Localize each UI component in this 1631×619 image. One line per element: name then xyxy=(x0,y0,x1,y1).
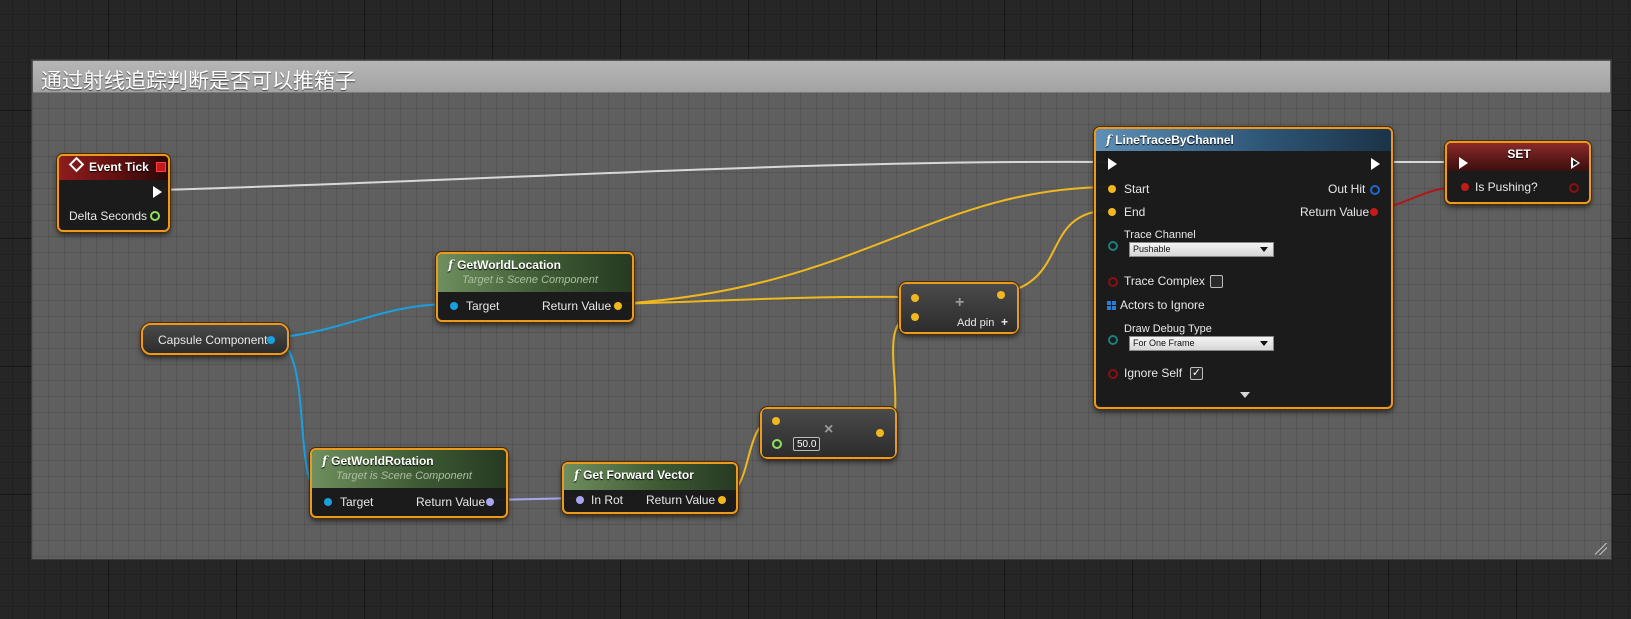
set-ispushing-in-pin[interactable] xyxy=(1461,183,1469,191)
add-node[interactable]: + Add pin + xyxy=(899,282,1019,334)
line-trace-start-label: Start xyxy=(1124,182,1150,196)
add-b-pin[interactable] xyxy=(911,313,919,321)
get-world-rotation-return-pin[interactable] xyxy=(486,498,494,506)
actors-to-ignore-label: Actors to Ignore xyxy=(1120,298,1205,312)
line-trace-node[interactable]: f LineTraceByChannel Start Out Hit End Re… xyxy=(1094,127,1393,409)
ignore-self-checkbox[interactable]: ✓ xyxy=(1190,367,1203,380)
get-world-rotation-return-label: Return Value xyxy=(416,495,486,509)
plus-icon: + xyxy=(955,294,965,311)
get-world-rotation-header: f GetWorldRotation Target is Scene Compon… xyxy=(312,450,506,488)
event-tick-node[interactable]: Event Tick Delta Seconds xyxy=(57,154,170,232)
set-title: SET xyxy=(1507,147,1531,161)
get-forward-vector-node[interactable]: f Get Forward Vector In Rot Return Value xyxy=(562,462,738,514)
set-exec-in[interactable] xyxy=(1459,157,1468,169)
add-a-pin[interactable] xyxy=(911,294,919,302)
function-icon: f xyxy=(322,454,328,468)
draw-debug-type-label: Draw Debug Type xyxy=(1124,323,1212,335)
event-tick-title: Event Tick xyxy=(89,160,149,174)
line-trace-exec-out[interactable] xyxy=(1371,158,1380,170)
multiply-node[interactable]: 50.0 × xyxy=(760,407,897,459)
line-trace-header: f LineTraceByChannel xyxy=(1096,129,1391,151)
get-world-location-node[interactable]: f GetWorldLocation Target is Scene Compon… xyxy=(436,252,634,322)
exec-wire-tick-to-trace xyxy=(159,160,1111,191)
get-world-location-target-label: Target xyxy=(466,299,500,313)
draw-debug-type-value: For One Frame xyxy=(1133,338,1195,348)
line-trace-end-label: End xyxy=(1124,205,1146,219)
stop-icon xyxy=(156,162,166,172)
trace-channel-dropdown[interactable]: Pushable xyxy=(1129,242,1274,257)
function-icon: f xyxy=(574,468,580,482)
set-header: SET xyxy=(1447,143,1589,171)
get-forward-vector-inrot-pin[interactable] xyxy=(576,496,584,504)
get-forward-vector-header: f Get Forward Vector xyxy=(564,464,736,490)
get-forward-vector-title: Get Forward Vector xyxy=(583,468,694,482)
set-node[interactable]: SET Is Pushing? xyxy=(1445,141,1591,204)
get-forward-vector-inrot-label: In Rot xyxy=(591,493,624,507)
get-forward-vector-return-label: Return Value xyxy=(646,493,716,507)
line-trace-exec-in[interactable] xyxy=(1108,158,1117,170)
get-world-rotation-title: GetWorldRotation xyxy=(331,454,434,468)
event-tick-header: Event Tick xyxy=(59,156,168,180)
chevron-down-icon xyxy=(1260,341,1268,346)
diamond-event-icon xyxy=(68,156,85,173)
x-multiply-icon: × xyxy=(824,421,834,438)
get-world-rotation-subtitle: Target is Scene Component xyxy=(336,470,472,482)
chevron-down-icon[interactable] xyxy=(1240,392,1250,398)
line-trace-outhit-pin[interactable] xyxy=(1370,185,1380,195)
function-icon: f xyxy=(1106,133,1112,147)
line-trace-title: LineTraceByChannel xyxy=(1115,133,1234,147)
trace-complex-checkbox[interactable] xyxy=(1210,275,1223,288)
capsule-component-title: Capsule Component xyxy=(158,333,268,347)
line-trace-return-label: Return Value xyxy=(1300,205,1370,219)
trace-channel-value: Pushable xyxy=(1133,244,1171,254)
add-out-pin[interactable] xyxy=(997,291,1005,299)
multiply-out-pin[interactable] xyxy=(876,429,884,437)
add-pin-plus-icon[interactable]: + xyxy=(1001,315,1008,329)
set-ispushing-label: Is Pushing? xyxy=(1475,180,1538,194)
wire-capsule-to-location xyxy=(274,303,449,339)
get-world-location-return-pin[interactable] xyxy=(614,302,622,310)
line-trace-return-pin[interactable] xyxy=(1370,208,1378,216)
get-world-rotation-node[interactable]: f GetWorldRotation Target is Scene Compon… xyxy=(310,448,508,518)
get-world-rotation-target-label: Target xyxy=(340,495,374,509)
trace-channel-pin[interactable] xyxy=(1108,241,1118,251)
delta-seconds-pin[interactable] xyxy=(150,211,160,221)
ignore-self-label: Ignore Self xyxy=(1124,366,1183,380)
trace-complex-pin[interactable] xyxy=(1108,277,1118,287)
get-world-location-return-label: Return Value xyxy=(542,299,612,313)
get-world-location-title: GetWorldLocation xyxy=(457,258,561,272)
wire-location-to-start xyxy=(615,186,1111,305)
get-world-location-subtitle: Target is Scene Component xyxy=(462,274,598,286)
set-exec-out[interactable] xyxy=(1571,157,1580,169)
get-world-rotation-target-pin[interactable] xyxy=(324,498,332,506)
function-icon: f xyxy=(448,258,454,272)
multiply-b-pin[interactable] xyxy=(772,439,782,449)
delta-seconds-label: Delta Seconds xyxy=(69,209,148,223)
set-ispushing-out-pin[interactable] xyxy=(1569,183,1579,193)
line-trace-outhit-label: Out Hit xyxy=(1328,182,1366,196)
grid-array-icon[interactable] xyxy=(1107,301,1116,310)
add-pin-label[interactable]: Add pin xyxy=(957,317,994,329)
capsule-component-node[interactable]: Capsule Component xyxy=(141,323,289,355)
get-world-location-target-pin[interactable] xyxy=(450,302,458,310)
ignore-self-pin[interactable] xyxy=(1108,369,1118,379)
draw-debug-type-dropdown[interactable]: For One Frame xyxy=(1129,336,1274,351)
draw-debug-type-pin[interactable] xyxy=(1108,335,1118,345)
multiply-value-box[interactable]: 50.0 xyxy=(793,437,821,451)
trace-complex-label: Trace Complex xyxy=(1124,274,1205,288)
chevron-down-icon xyxy=(1260,247,1268,252)
get-forward-vector-return-pin[interactable] xyxy=(718,496,726,504)
trace-channel-label: Trace Channel xyxy=(1124,229,1196,241)
event-tick-exec-out[interactable] xyxy=(153,186,162,198)
get-world-location-header: f GetWorldLocation Target is Scene Compon… xyxy=(438,254,632,292)
line-trace-start-pin[interactable] xyxy=(1108,185,1116,193)
multiply-a-pin[interactable] xyxy=(772,417,780,425)
line-trace-end-pin[interactable] xyxy=(1108,208,1116,216)
capsule-component-out-pin[interactable] xyxy=(267,336,275,344)
